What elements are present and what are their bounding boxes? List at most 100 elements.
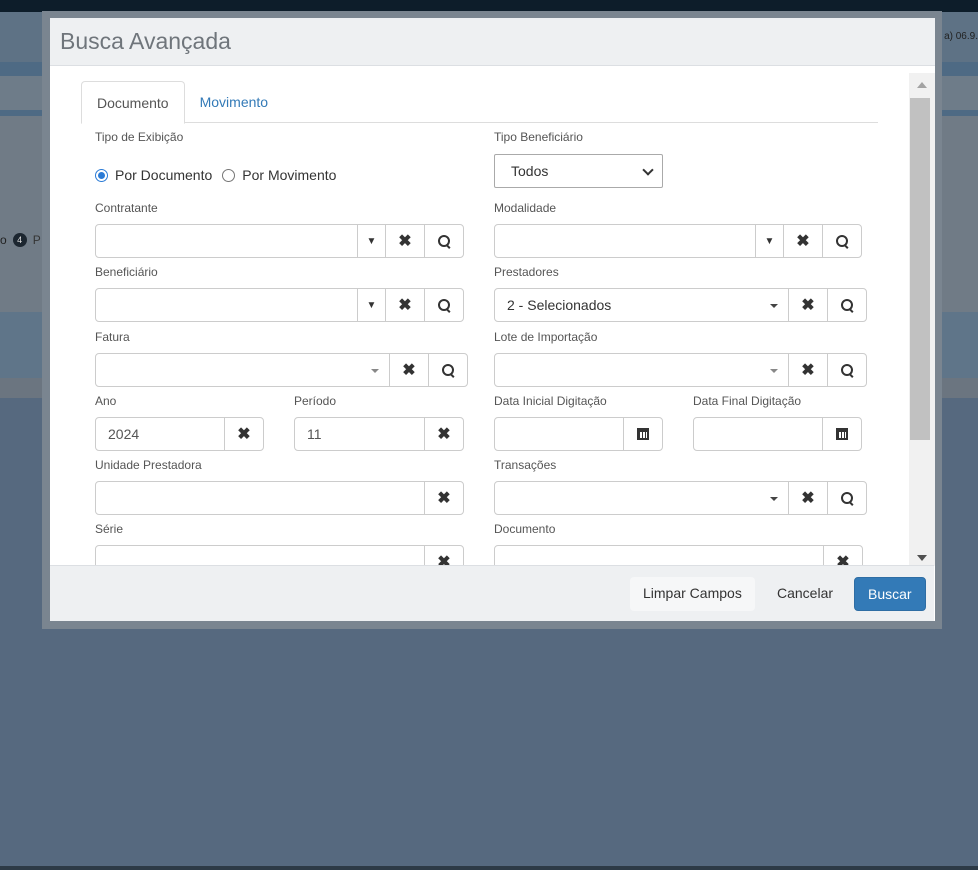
serie-field: ✖ xyxy=(95,545,464,565)
serie-input[interactable] xyxy=(96,546,424,565)
unidade-prestadora-input[interactable] xyxy=(96,482,424,514)
prestadores-select[interactable]: 2 - Selecionados xyxy=(495,289,788,321)
step-prefix: o xyxy=(0,233,7,247)
documento-field: ✖ xyxy=(494,545,863,565)
tipo-beneficiario-value: Todos xyxy=(511,163,549,179)
search-icon[interactable] xyxy=(428,354,467,386)
tipo-exibicao-label: Tipo de Exibição xyxy=(95,130,184,144)
por-documento-radio[interactable] xyxy=(95,168,108,182)
tipo-beneficiario-select[interactable]: Todos xyxy=(494,154,663,188)
clear-icon[interactable]: ✖ xyxy=(823,546,862,565)
dropdown-arrow-icon[interactable]: ▼ xyxy=(357,289,385,321)
caret-down-icon xyxy=(371,369,379,373)
calendar-icon[interactable] xyxy=(822,418,861,450)
calendar-icon[interactable] xyxy=(623,418,662,450)
transacoes-select[interactable] xyxy=(495,482,788,514)
modal-content: Busca Avançada Documento Movimento Tipo … xyxy=(50,18,935,621)
app-step-indicator: o 4 P xyxy=(0,233,41,247)
periodo-field: 11 ✖ xyxy=(294,417,464,451)
tipo-exibicao-radio-group: Por Documento Por Movimento xyxy=(95,167,336,183)
prestadores-field: 2 - Selecionados ✖ xyxy=(494,288,867,322)
search-icon[interactable] xyxy=(827,354,866,386)
clear-icon[interactable]: ✖ xyxy=(788,289,827,321)
clear-icon[interactable]: ✖ xyxy=(783,225,822,257)
contratante-field: ▼ ✖ xyxy=(95,224,464,258)
contratante-label: Contratante xyxy=(95,201,158,215)
data-inicial-label: Data Inicial Digitação xyxy=(494,394,607,408)
data-inicial-field xyxy=(494,417,663,451)
periodo-input[interactable]: 11 xyxy=(295,418,424,450)
cancel-button[interactable]: Cancelar xyxy=(764,577,846,611)
lote-importacao-label: Lote de Importação xyxy=(494,330,598,344)
lote-importacao-select[interactable] xyxy=(495,354,788,386)
tab-documento[interactable]: Documento xyxy=(81,81,185,124)
scroll-thumb[interactable] xyxy=(910,98,930,440)
search-icon[interactable] xyxy=(827,482,866,514)
tab-bar: Documento Movimento xyxy=(81,81,878,124)
data-final-field xyxy=(693,417,862,451)
chevron-down-icon xyxy=(642,164,654,176)
serie-label: Série xyxy=(95,522,124,536)
beneficiario-field: ▼ ✖ xyxy=(95,288,464,322)
documento-label: Documento xyxy=(494,522,556,536)
fatura-select[interactable] xyxy=(96,354,389,386)
data-inicial-input[interactable] xyxy=(495,418,623,450)
transacoes-field: ✖ xyxy=(494,481,867,515)
clear-fields-button[interactable]: Limpar Campos xyxy=(630,577,755,611)
modal-title: Busca Avançada xyxy=(60,28,231,54)
caret-down-icon xyxy=(770,369,778,373)
clear-icon[interactable]: ✖ xyxy=(424,482,463,514)
caret-down-icon xyxy=(770,497,778,501)
dropdown-arrow-icon[interactable]: ▼ xyxy=(357,225,385,257)
contratante-input[interactable] xyxy=(96,225,357,257)
scroll-down-arrow-icon[interactable] xyxy=(917,555,927,561)
tab-movimento[interactable]: Movimento xyxy=(185,81,283,122)
step-number-badge: 4 xyxy=(12,233,27,247)
beneficiario-input[interactable] xyxy=(96,289,357,321)
ano-label: Ano xyxy=(95,394,117,408)
clear-icon[interactable]: ✖ xyxy=(788,482,827,514)
clear-icon[interactable]: ✖ xyxy=(424,418,463,450)
prestadores-value: 2 - Selecionados xyxy=(507,297,612,313)
clear-icon[interactable]: ✖ xyxy=(385,289,424,321)
transacoes-label: Transações xyxy=(494,458,557,472)
fatura-label: Fatura xyxy=(95,330,130,344)
unidade-prestadora-field: ✖ xyxy=(95,481,464,515)
caret-down-icon xyxy=(770,304,778,308)
step-text: P xyxy=(32,233,41,247)
data-final-label: Data Final Digitação xyxy=(693,394,802,408)
modal-header: Busca Avançada xyxy=(50,18,935,66)
beneficiario-label: Beneficiário xyxy=(95,265,158,279)
ano-input[interactable]: 2024 xyxy=(96,418,224,450)
advanced-search-modal: Busca Avançada Documento Movimento Tipo … xyxy=(42,11,942,629)
clear-icon[interactable]: ✖ xyxy=(224,418,263,450)
clear-icon[interactable]: ✖ xyxy=(424,546,463,565)
clear-icon[interactable]: ✖ xyxy=(788,354,827,386)
dropdown-arrow-icon[interactable]: ▼ xyxy=(755,225,783,257)
unidade-prestadora-label: Unidade Prestadora xyxy=(95,458,202,472)
modal-scrollbar[interactable] xyxy=(909,73,935,566)
search-icon[interactable] xyxy=(424,289,463,321)
tipo-beneficiario-label: Tipo Beneficiário xyxy=(494,130,583,144)
data-final-input[interactable] xyxy=(694,418,822,450)
periodo-label: Período xyxy=(294,394,337,408)
modalidade-label: Modalidade xyxy=(494,201,557,215)
search-icon[interactable] xyxy=(827,289,866,321)
search-button[interactable]: Buscar xyxy=(854,577,926,611)
documento-input[interactable] xyxy=(495,546,823,565)
por-documento-label[interactable]: Por Documento xyxy=(115,167,212,183)
modal-footer: Limpar Campos Cancelar Buscar xyxy=(50,565,934,621)
app-version-text: a) 06.9. xyxy=(944,31,978,42)
clear-icon[interactable]: ✖ xyxy=(389,354,428,386)
modal-body[interactable]: Documento Movimento Tipo de Exibição Por… xyxy=(50,66,934,565)
prestadores-label: Prestadores xyxy=(494,265,559,279)
search-icon[interactable] xyxy=(424,225,463,257)
fatura-field: ✖ xyxy=(95,353,468,387)
por-movimento-label[interactable]: Por Movimento xyxy=(242,167,336,183)
por-movimento-radio[interactable] xyxy=(222,168,236,182)
search-icon[interactable] xyxy=(822,225,861,257)
modalidade-field: ▼ ✖ xyxy=(494,224,862,258)
clear-icon[interactable]: ✖ xyxy=(385,225,424,257)
scroll-up-arrow-icon[interactable] xyxy=(917,82,927,88)
modalidade-input[interactable] xyxy=(495,225,755,257)
